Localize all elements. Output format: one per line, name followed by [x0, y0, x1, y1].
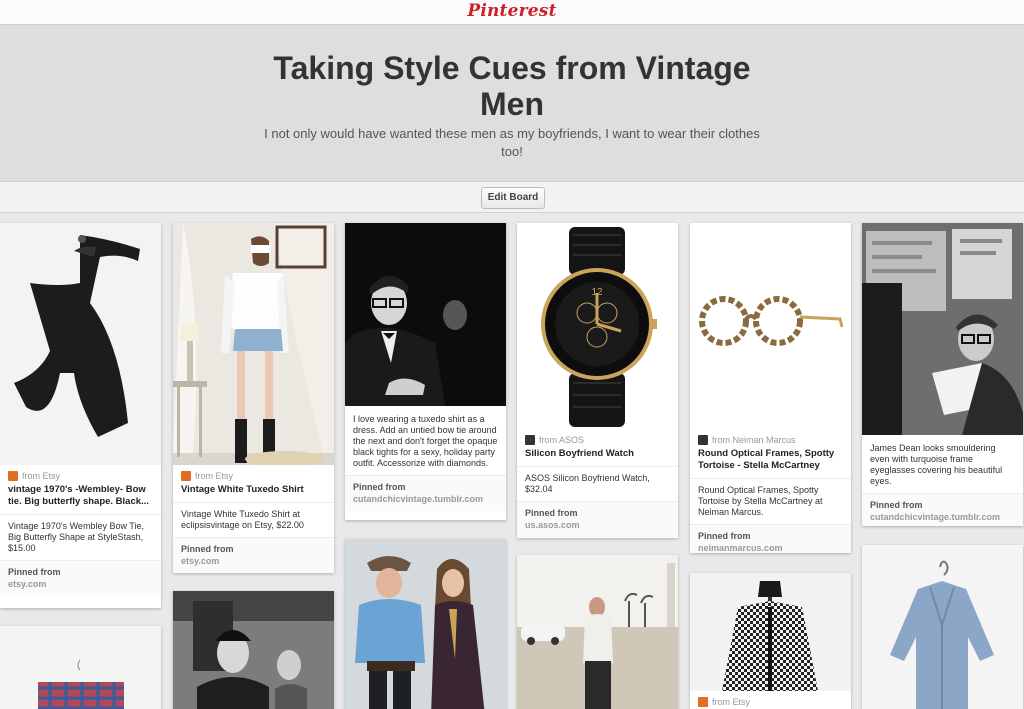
top-bar: Pinterest — [0, 0, 1024, 25]
beach-photo — [517, 555, 678, 709]
pin-card-glasses[interactable]: from Neiman Marcus Round Optical Frames,… — [690, 223, 851, 553]
etsy-favicon-icon — [181, 471, 191, 481]
etsy-favicon-icon — [8, 471, 18, 481]
elvis-photo — [173, 591, 334, 709]
couple-photo — [345, 539, 506, 709]
pinned-from-label: Pinned from — [525, 508, 578, 518]
pin-description: I love wearing a tuxedo shirt as a dress… — [353, 414, 498, 468]
pin-card-james-dean-glasses[interactable]: James Dean looks smouldering even with t… — [862, 223, 1023, 526]
neiman-marcus-favicon-icon — [698, 435, 708, 445]
pinned-from-label: Pinned from — [181, 544, 234, 554]
pinned-from: Pinned from etsy.com — [173, 537, 334, 573]
board-header: Taking Style Cues from Vintage Men I not… — [0, 26, 1024, 181]
pinned-from-site[interactable]: neimanmarcus.com — [698, 542, 843, 553]
james-dean-glasses-photo — [862, 223, 1023, 435]
board-actions-bar: Edit Board — [0, 181, 1024, 213]
etsy-favicon-icon — [698, 697, 708, 707]
pinned-from-site[interactable]: etsy.com — [8, 578, 153, 590]
pinned-from: Pinned from cutandchicvintage.tumblr.com — [862, 493, 1023, 526]
pin-image-bow-tie[interactable] — [0, 223, 161, 465]
pin-card-couple-photo[interactable] — [345, 539, 506, 709]
glasses-image — [690, 223, 851, 429]
board-title: Taking Style Cues from Vintage Men — [273, 50, 751, 122]
pinned-from: Pinned from cutandchicvintage.tumblr.com — [345, 475, 506, 511]
pin-description: Round Optical Frames, Spotty Tortoise by… — [690, 478, 851, 524]
pin-card-bow-tie[interactable]: from Etsy vintage 1970's -Wembley- Bow t… — [0, 223, 161, 608]
pin-source-label: from Neiman Marcus — [712, 435, 796, 445]
pin-source[interactable]: from Neiman Marcus — [690, 429, 851, 446]
pin-image-glasses[interactable] — [690, 223, 851, 429]
pin-image-beach-photo[interactable] — [517, 555, 678, 709]
pinned-from: Pinned from neimanmarcus.com — [690, 524, 851, 553]
pinned-from-label: Pinned from — [698, 531, 751, 541]
pin-card-houndstooth-jacket[interactable]: from Etsy — [690, 573, 851, 709]
pin-title[interactable]: Silicon Boyfriend Watch — [517, 446, 678, 466]
pin-source[interactable]: from Etsy — [173, 465, 334, 482]
pin-description: James Dean looks smouldering even with t… — [870, 443, 1003, 486]
blue-cardigan-image — [862, 545, 1023, 709]
pin-title[interactable]: Round Optical Frames, Spotty Tortoise - … — [690, 446, 851, 478]
pin-source-label: from Etsy — [712, 697, 751, 707]
pin-card-beach-photo[interactable] — [517, 555, 678, 709]
watch-image: 12 — [517, 223, 678, 429]
pinned-from-label: Pinned from — [8, 567, 61, 577]
pin-description: Vintage 1970's Wembley Bow Tie, Big Butt… — [0, 514, 161, 560]
pin-image-tuxedo-shirt[interactable] — [173, 223, 334, 465]
pinned-from-site[interactable]: etsy.com — [181, 555, 326, 567]
bow-tie-image — [0, 223, 161, 465]
pin-image-watch[interactable]: 12 — [517, 223, 678, 429]
pin-card-james-dean-tuxedo[interactable]: I love wearing a tuxedo shirt as a dress… — [345, 223, 506, 520]
pin-title[interactable]: vintage 1970's -Wembley- Bow tie. Big bu… — [0, 482, 161, 514]
pin-description: Vintage White Tuxedo Shirt at eclipsisvi… — [173, 502, 334, 537]
houndstooth-jacket-image — [690, 573, 851, 691]
pin-card-watch[interactable]: 12 from ASOS Silicon Boyfriend Watch ASO… — [517, 223, 678, 538]
pin-image-couple-photo[interactable] — [345, 539, 506, 709]
pinned-from-label: Pinned from — [353, 482, 406, 492]
pin-card-elvis-photo[interactable] — [173, 591, 334, 709]
pin-image-elvis-photo[interactable] — [173, 591, 334, 709]
pinterest-logo[interactable]: Pinterest — [0, 1, 1024, 21]
pin-image-james-dean-glasses[interactable] — [862, 223, 1023, 435]
board-description: I not only would have wanted these men a… — [264, 126, 760, 159]
pin-description: ASOS Silicon Boyfriend Watch, $32.04 — [517, 466, 678, 501]
svg-text:12: 12 — [591, 287, 603, 298]
pin-image-blue-cardigan[interactable] — [862, 545, 1023, 709]
pin-title[interactable]: Vintage White Tuxedo Shirt — [173, 482, 334, 502]
pin-card-blue-cardigan[interactable] — [862, 545, 1023, 709]
tuxedo-shirt-photo — [173, 223, 334, 465]
pin-image-houndstooth-jacket[interactable] — [690, 573, 851, 691]
pinned-from-label: Pinned from — [870, 500, 923, 510]
pin-source-label: from Etsy — [195, 471, 234, 481]
pin-source[interactable]: from Etsy — [690, 691, 851, 708]
edit-board-button[interactable]: Edit Board — [481, 187, 545, 209]
pin-image-plaid-shirt[interactable] — [0, 626, 161, 709]
pin-source-label: from ASOS — [539, 435, 585, 445]
pin-card-tuxedo-shirt[interactable]: from Etsy Vintage White Tuxedo Shirt Vin… — [173, 223, 334, 573]
pin-source-label: from Etsy — [22, 471, 61, 481]
pin-card-plaid-shirt[interactable] — [0, 626, 161, 709]
pinned-from-site[interactable]: cutandchicvintage.tumblr.com — [353, 493, 498, 505]
pin-source[interactable]: from Etsy — [0, 465, 161, 482]
pinned-from-site[interactable]: cutandchicvintage.tumblr.com — [870, 511, 1015, 523]
plaid-shirt-image — [0, 626, 161, 709]
pinned-from: Pinned from etsy.com — [0, 560, 161, 596]
asos-favicon-icon — [525, 435, 535, 445]
pin-image-james-dean-tuxedo[interactable] — [345, 223, 506, 406]
pinned-from: Pinned from us.asos.com — [517, 501, 678, 537]
pinned-from-site[interactable]: us.asos.com — [525, 519, 670, 531]
james-dean-tuxedo-photo — [345, 223, 506, 406]
pin-source[interactable]: from ASOS — [517, 429, 678, 446]
